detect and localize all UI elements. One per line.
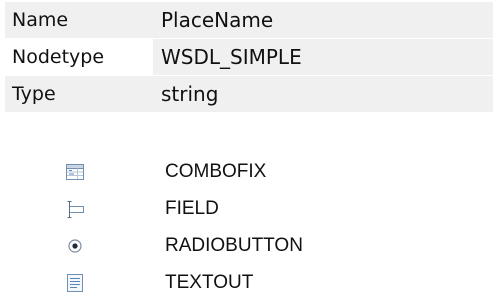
control-type-field[interactable]: FIELD	[64, 190, 303, 227]
control-type-label: TEXTOUT	[165, 271, 254, 293]
property-value[interactable]: PlaceName	[153, 2, 493, 38]
property-row-nodetype: Nodetype WSDL_SIMPLE	[5, 39, 493, 75]
property-value[interactable]: string	[153, 76, 493, 112]
property-key: Nodetype	[12, 46, 105, 68]
property-row-name: Name PlaceName	[5, 2, 493, 38]
control-type-label: COMBOFIX	[165, 160, 267, 182]
control-type-label: RADIOBUTTON	[165, 234, 303, 256]
text-field-icon	[64, 198, 86, 220]
properties-table: Name PlaceName Nodetype WSDL_SIMPLE Type…	[5, 2, 493, 113]
text-output-icon	[64, 272, 86, 294]
property-key: Name	[5, 2, 153, 38]
combobox-icon	[64, 161, 86, 183]
property-value[interactable]: WSDL_SIMPLE	[153, 39, 493, 75]
control-type-list: COMBOFIX FIELD RADIOBUTTON TEXTOUT	[64, 153, 303, 301]
control-type-textout[interactable]: TEXTOUT	[64, 264, 303, 301]
control-type-combofix[interactable]: COMBOFIX	[64, 153, 303, 190]
property-row-type: Type string	[5, 76, 493, 112]
control-type-radiobutton[interactable]: RADIOBUTTON	[64, 227, 303, 264]
control-type-label: FIELD	[165, 197, 219, 219]
property-key: Type	[5, 76, 153, 112]
radio-button-icon	[64, 235, 86, 257]
